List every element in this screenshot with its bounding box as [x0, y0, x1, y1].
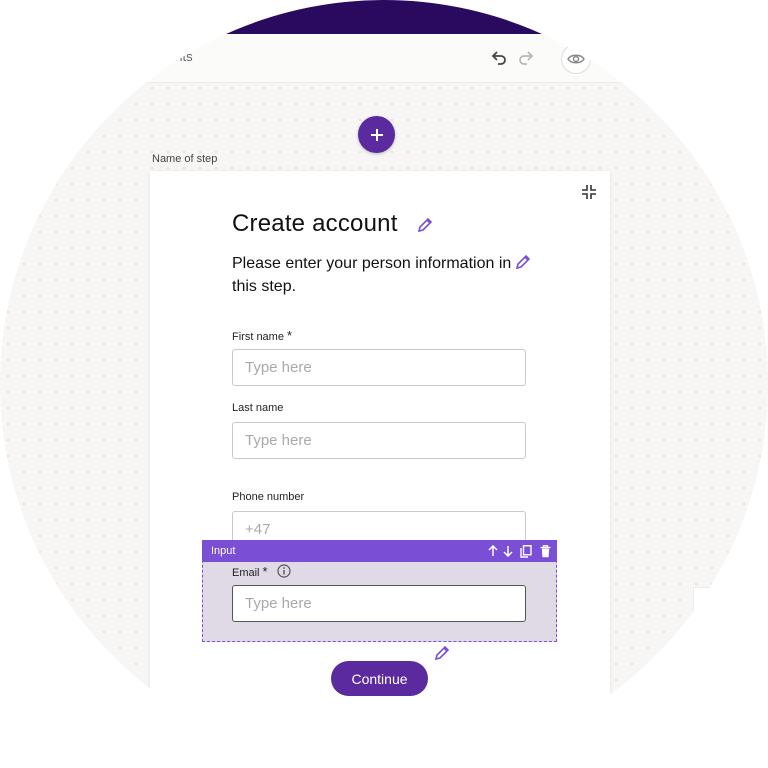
- phone-number-label-text: Phone number: [232, 491, 305, 503]
- plus-icon: [370, 128, 383, 141]
- last-name-label-text: Last name: [232, 402, 284, 414]
- duplicate-icon[interactable]: [519, 543, 533, 559]
- delete-icon[interactable]: [538, 543, 552, 559]
- preview-button[interactable]: [561, 44, 591, 74]
- first-name-input[interactable]: [232, 349, 526, 386]
- undo-icon[interactable]: [487, 46, 511, 70]
- phone-number-label: Phone number: [232, 491, 304, 503]
- editor-toolbar: ements: [0, 34, 768, 83]
- required-marker: *: [286, 328, 293, 343]
- step-name-label[interactable]: Name of step: [152, 153, 217, 165]
- first-name-label: First name *: [232, 328, 292, 343]
- collapse-icon[interactable]: [581, 184, 597, 200]
- edit-title-icon[interactable]: [417, 217, 433, 233]
- last-name-label: Last name: [232, 402, 283, 414]
- required-marker: *: [262, 564, 268, 579]
- edit-description-icon[interactable]: [515, 254, 531, 270]
- eye-icon: [567, 54, 585, 64]
- side-panel-fragment: [693, 587, 715, 615]
- toolbar-title: ements: [150, 49, 193, 64]
- email-label: Email *: [232, 564, 268, 579]
- move-up-icon[interactable]: [486, 543, 500, 559]
- last-name-input[interactable]: [232, 422, 526, 459]
- form-title: Create account: [232, 210, 398, 237]
- move-down-icon[interactable]: [501, 543, 515, 559]
- info-icon[interactable]: [277, 564, 291, 578]
- email-label-text: Email: [232, 567, 260, 579]
- app-viewport: ements Name of step Create account Pleas…: [0, 0, 768, 768]
- selection-type-label: Input: [211, 545, 236, 557]
- redo-icon[interactable]: [514, 46, 538, 70]
- form-description: Please enter your person information in …: [232, 255, 512, 295]
- continue-button[interactable]: Continue: [331, 661, 428, 696]
- email-input[interactable]: [232, 585, 526, 622]
- selection-toolbar: Input: [202, 540, 557, 562]
- edit-element-icon[interactable]: [434, 645, 450, 661]
- add-step-button[interactable]: [358, 116, 395, 153]
- first-name-label-text: First name: [232, 331, 284, 343]
- top-app-bar: [0, 0, 768, 34]
